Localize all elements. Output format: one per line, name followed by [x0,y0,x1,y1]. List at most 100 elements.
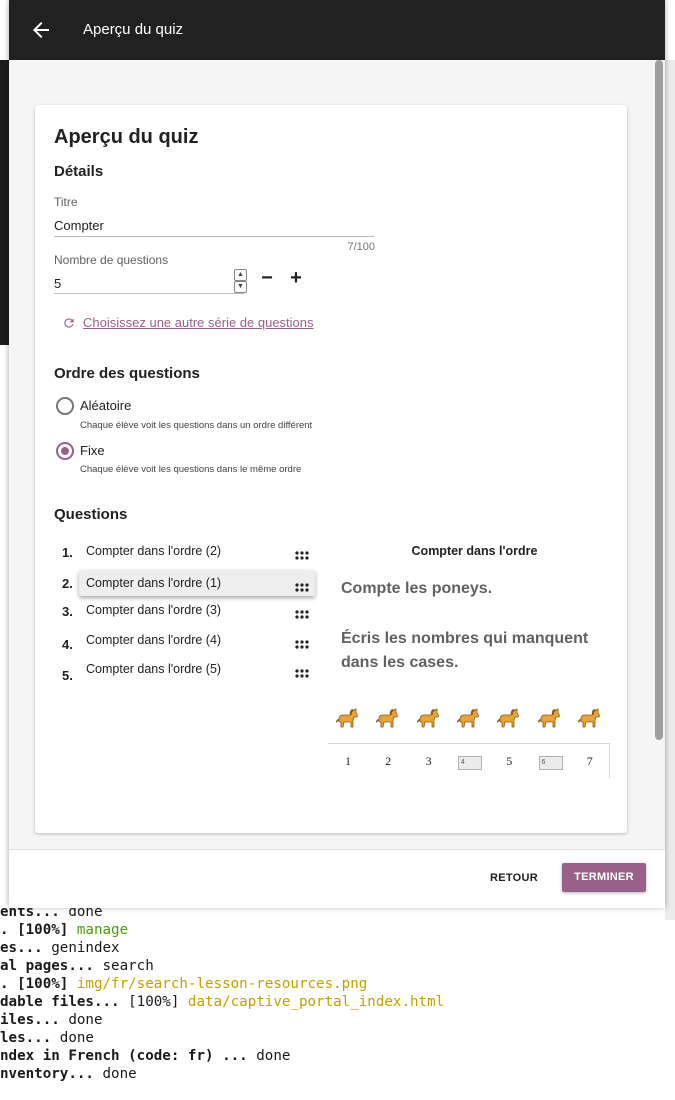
questions-heading: Questions [54,506,128,523]
terminal-line-path: img/fr/search-lesson-resources.png [76,976,368,992]
terminal-line-status: done [256,1048,291,1064]
quiz-preview-card: Aperçu du quiz Détails Titre 7/100 Nombr… [35,105,627,833]
terminal-line-path: manage [76,922,129,938]
drag-handle-icon[interactable] [295,663,309,678]
order-heading: Ordre des questions [54,365,200,382]
question-item[interactable]: Compter dans l'ordre (3) [79,597,315,623]
app-bar: Aperçu du quiz [9,0,665,60]
spin-down-icon[interactable]: ▼ [234,281,247,293]
radio-fixed-description: Chaque élève voit les questions dans le … [80,464,302,475]
content-scroll-area[interactable]: Aperçu du quiz Détails Titre 7/100 Nombr… [9,60,665,849]
radio-random[interactable] [56,397,74,415]
terminal-line: . [100%] img/fr/search-lesson-resources.… [0,975,675,993]
question-number: 2. [62,576,73,591]
choose-other-questions-link[interactable]: Choisissez une autre série de questions [83,315,314,330]
terminal-line-status: [100%] [128,994,188,1010]
terminal-line: ndex in French (code: fr) ... done [0,1047,675,1065]
question-count-label: Nombre de questions [54,253,169,267]
pony-icon [575,705,603,733]
terminal-line-text: es... [0,940,52,956]
number-label: 3 [425,754,432,768]
terminal-line-status: done [102,1066,137,1082]
increase-button[interactable]: + [286,268,306,288]
window-title: Aperçu du quiz [83,21,184,38]
question-count-input[interactable] [54,273,244,294]
pony-icon [414,705,442,733]
background-window-strip [665,60,675,920]
number-label: 2 [385,754,392,768]
terminal-line-status: search [102,958,154,974]
question-label: Compter dans l'ordre (3) [86,603,222,617]
pony-icon [333,705,361,733]
question-label: Compter dans l'ordre (4) [86,633,222,647]
background-terminal-strip [0,60,9,345]
drag-handle-icon[interactable] [295,604,309,619]
drag-handle-icon[interactable] [295,545,309,560]
terminal-line-text: al pages... [0,958,103,974]
question-number: 4. [62,637,73,652]
pony-icon [454,705,482,733]
question-item[interactable]: Compter dans l'ordre (5) [79,656,315,682]
back-button[interactable]: RETOUR [479,864,549,892]
answer-input-box[interactable]: 4 [457,756,482,770]
pony-images [333,705,614,733]
preview-instruction-1: Compte les poneys. [341,580,493,597]
spin-up-icon[interactable]: ▲ [234,269,247,281]
terminal-line-text: ndex in French (code: fr) ... [0,1048,257,1064]
question-item[interactable]: Compter dans l'ordre (2) [79,538,315,564]
terminal-line-text: iles... [0,1012,69,1028]
terminal-line: iles... done [0,1011,675,1029]
terminal-line-status: done [59,1030,94,1046]
radio-fixed[interactable] [56,442,74,460]
pony-icon [494,705,522,733]
terminal-line-text: nventory... [0,1066,103,1082]
page-title: Aperçu du quiz [54,126,199,148]
title-input[interactable] [54,214,374,237]
title-char-counter: 7/100 [347,241,375,253]
preview-instruction-2: Écris les nombres qui manquent dans les … [341,630,589,671]
terminal-line-text: dable files... [0,994,129,1010]
question-label: Compter dans l'ordre (2) [86,544,222,558]
terminal-line-path: data/captive_portal_index.html [187,994,445,1010]
terminal-line: es... genindex [0,939,675,957]
drag-handle-icon[interactable] [295,634,309,649]
pony-icon [535,705,563,733]
terminal-line: les... done [0,1029,675,1047]
refresh-icon[interactable] [62,316,76,330]
number-label: 1 [345,754,351,768]
decrease-button[interactable]: − [257,268,277,288]
terminal-line-status: done [68,1012,103,1028]
finish-button[interactable]: TERMINER [562,863,646,892]
question-number: 5. [62,668,73,683]
terminal-line-text: . [100%] [0,976,77,992]
question-label: Compter dans l'ordre (1) [86,576,222,590]
question-item[interactable]: Compter dans l'ordre (4) [79,627,315,653]
quiz-preview-window: Aperçu du quiz Aperçu du quiz Détails Ti… [9,0,665,908]
terminal-line-text: les... [0,1030,60,1046]
terminal-line: nventory... done [0,1065,675,1083]
pony-icon [373,705,401,733]
back-arrow-icon[interactable] [29,18,53,42]
question-number: 1. [62,545,73,560]
number-label: 5 [506,754,513,768]
answer-input-box[interactable]: 6 [538,756,563,770]
radio-random-description: Chaque élève voit les questions dans un … [80,420,313,431]
question-label: Compter dans l'ordre (5) [86,662,222,676]
title-label: Titre [54,195,78,209]
number-label: 7 [586,754,593,768]
question-number: 3. [62,604,73,619]
terminal-line-text: . [100%] [0,922,77,938]
number-line: 1 2 3 4 5 6 7 [328,743,610,778]
details-heading: Détails [54,163,104,180]
terminal-output: ents... done. [100%] manage es... geninde… [0,903,675,1083]
drag-handle-icon[interactable] [295,577,309,592]
terminal-line: dable files... [100%] data/captive_porta… [0,993,675,1011]
terminal-line-status: genindex [51,940,120,956]
radio-fixed-label: Fixe [80,443,105,458]
preview-question-title: Compter dans l'ordre [411,544,538,558]
footer-actions: RETOUR TERMINER [9,849,665,908]
question-item-selected[interactable]: Compter dans l'ordre (1) [79,570,315,596]
scrollbar[interactable] [655,60,663,740]
terminal-line: . [100%] manage [0,921,675,939]
radio-random-label: Aléatoire [80,398,132,413]
